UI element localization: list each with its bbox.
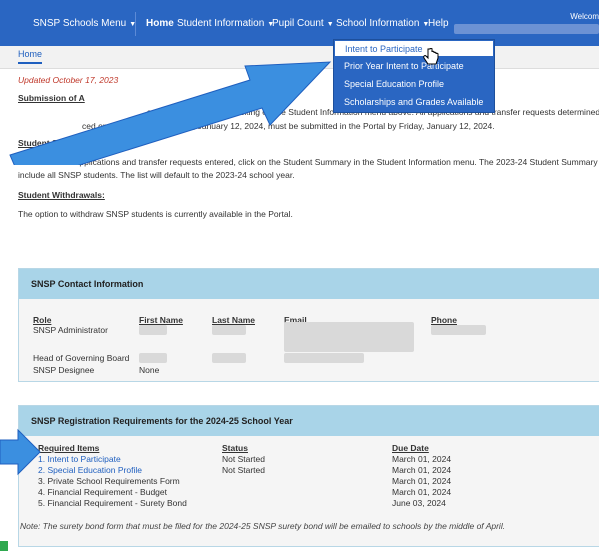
redacted-first-name [139, 325, 167, 335]
req-status: Not Started [222, 454, 265, 464]
contact-info-panel: SNSP Contact Information Role First Name… [18, 268, 599, 382]
col-due-date: Due Date [392, 443, 429, 453]
annotation-arrow-icon [9, 61, 332, 165]
menu-item-prior-year-intent[interactable]: Prior Year Intent to Participate [334, 58, 494, 75]
student-withdrawals-text: The option to withdraw SNSP students is … [18, 209, 293, 219]
welcome-text: Welcom [570, 12, 599, 21]
req-item: 5. Financial Requirement - Surety Bond [38, 498, 187, 508]
contact-role: SNSP Designee [33, 365, 95, 375]
registration-panel: SNSP Registration Requirements for the 2… [18, 405, 599, 547]
hand-cursor-icon [423, 48, 439, 65]
col-status: Status [222, 443, 248, 453]
menu-item-intent-to-participate[interactable]: Intent to Participate [334, 40, 494, 57]
menu-item-scholarships-grades[interactable]: Scholarships and Grades Available [334, 94, 494, 111]
col-first-name: First Name [139, 315, 183, 325]
redacted-phone [431, 325, 486, 335]
col-phone: Phone [431, 315, 457, 325]
menu-item-special-education-profile[interactable]: Special Education Profile [334, 76, 494, 93]
nav-student-information[interactable]: Student Information ▼ [177, 18, 274, 29]
user-name-redacted [454, 24, 599, 34]
req-due-date: March 01, 2024 [392, 454, 452, 464]
req-item: 4. Financial Requirement - Budget [38, 487, 167, 497]
req-special-education-profile-link[interactable]: 2. Special Education Profile [38, 465, 142, 475]
contact-first-name: None [139, 365, 160, 375]
surety-bond-note: Note: The surety bond form that must be … [20, 521, 506, 531]
contact-role: SNSP Administrator [33, 325, 108, 335]
req-due-date: March 01, 2024 [392, 476, 452, 486]
col-role: Role [33, 315, 52, 325]
nav-help[interactable]: Help [428, 18, 449, 29]
snsp-schools-menu[interactable]: SNSP Schools Menu ▼ [33, 18, 136, 29]
chevron-down-icon: ▼ [326, 21, 334, 28]
redacted-last-name [212, 353, 246, 363]
registration-title: SNSP Registration Requirements for the 2… [19, 406, 599, 436]
nav-home[interactable]: Home [146, 18, 174, 29]
redacted-email [284, 322, 414, 352]
redacted-first-name [139, 353, 167, 363]
contact-info-title: SNSP Contact Information [19, 269, 599, 299]
student-summary-line2: include all SNSP students. The list will… [18, 170, 295, 180]
req-due-date: March 01, 2024 [392, 487, 452, 497]
req-intent-to-participate-link[interactable]: 1. Intent to Participate [38, 454, 121, 464]
student-withdrawals-heading: Student Withdrawals: [18, 190, 105, 200]
school-information-dropdown: Intent to Participate Prior Year Intent … [333, 39, 495, 113]
col-last-name: Last Name [212, 315, 255, 325]
nav-pupil-count[interactable]: Pupil Count ▼ [272, 18, 334, 29]
nav-divider [135, 12, 136, 36]
redacted-email [284, 353, 364, 363]
req-due-date: March 01, 2024 [392, 465, 452, 475]
nav-school-information[interactable]: School Information ▼ [336, 18, 429, 29]
contact-role: Head of Governing Board [33, 353, 130, 363]
req-due-date: June 03, 2024 [392, 498, 446, 508]
col-required-items: Required Items [38, 443, 100, 453]
req-status: Not Started [222, 465, 265, 475]
req-item: 3. Private School Requirements Form [38, 476, 180, 486]
corner-indicator [0, 541, 8, 551]
redacted-last-name [212, 325, 246, 335]
annotation-arrow-icon [0, 428, 41, 476]
